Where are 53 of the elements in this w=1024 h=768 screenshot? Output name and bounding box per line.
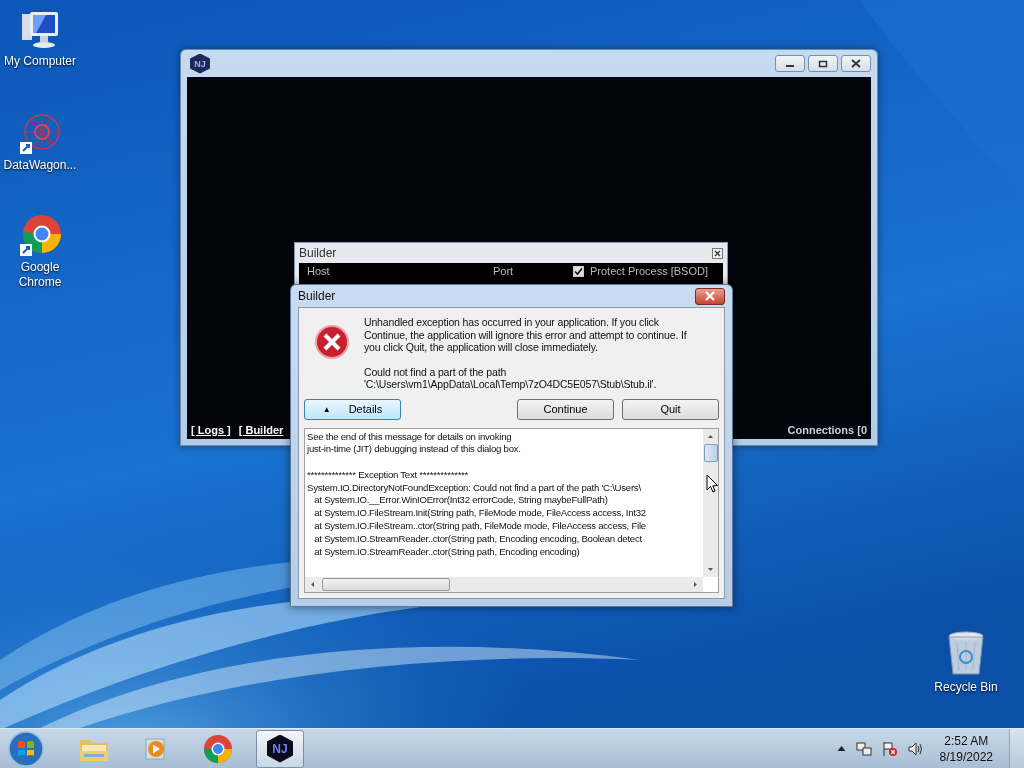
network-graph-icon[interactable]	[18, 112, 62, 156]
details-line: at System.IO.StreamReader..ctor(String path, Encoding encoding, Boolean detect	[313, 532, 643, 546]
error-message: Unhandled exception has occurred in your application. If you click Continue, the application will ignore this error and attempt to continue. If you click Quit, the application will close immediately.	[364, 316, 688, 354]
window-title: Builder	[299, 246, 337, 260]
start-button[interactable]	[6, 728, 46, 768]
speaker-icon[interactable]	[907, 740, 924, 757]
vertical-scrollbar[interactable]	[703, 428, 718, 577]
details-line: ************** Exception Text **************	[307, 468, 470, 482]
dialog-button[interactable]: Quit	[622, 398, 719, 420]
desktop-icon-label[interactable]: DataWagon...	[3, 158, 77, 173]
details-line: at System.IO.FileStream..ctor(String path, FileMode mode, FileAccess access, File	[313, 520, 647, 533]
app-logo-icon: NJ	[190, 53, 210, 74]
close-button[interactable]	[695, 287, 725, 305]
details-line: System.IO.DirectoryNotFoundException: Could not find a part of the path 'C:\Users\	[307, 481, 642, 495]
details-line: at System.IO.FileStream.Init(String path, FileMode mode, FileAccess access, Int32	[313, 507, 647, 521]
path-message: Could not find a part of the path 'C:\Users\vm1\AppData\Local\Temp\7zO4DC5E057\Stub\Stub.il'.	[364, 365, 658, 391]
field-label: Port	[493, 265, 515, 277]
details-line: just-in-time (JIT) debugging instead of this dialog box.	[307, 443, 522, 457]
tray-arrow-icon[interactable]	[836, 745, 846, 752]
taskbar-button[interactable]: NJ	[256, 729, 304, 768]
clock-time: 2:52 AM	[944, 732, 989, 749]
nav-link[interactable]: [ Logs ]	[191, 424, 231, 436]
close-icon	[851, 59, 861, 68]
flag-icon[interactable]	[881, 740, 898, 757]
details-button[interactable]: ▲ Details	[304, 398, 401, 420]
clock-date: 8/19/2022	[939, 748, 993, 765]
maximize-button[interactable]	[808, 55, 838, 72]
close-icon[interactable]	[712, 247, 723, 259]
chrome-icon	[203, 733, 233, 764]
details-line: at System.IO.StreamReader..ctor(String path, Encoding encoding)	[313, 545, 581, 559]
desktop-icon-label[interactable]: Recycle Bin	[934, 680, 998, 695]
network-icon[interactable]	[855, 740, 872, 757]
close-button[interactable]	[841, 55, 871, 72]
scroll-thumb[interactable]	[703, 443, 718, 462]
chrome-icon[interactable]	[18, 214, 62, 258]
details-line: at System.IO.__Error.WinIOError(Int32 errorCode, String maybeFullPath)	[313, 494, 609, 508]
error-icon	[314, 324, 350, 360]
connections-status: Connections [0	[787, 424, 867, 436]
close-icon	[704, 291, 716, 301]
checkbox[interactable]	[573, 265, 584, 277]
window-title: Builder	[298, 289, 336, 303]
horizontal-scrollbar[interactable]	[305, 577, 703, 592]
maximize-icon	[818, 59, 828, 68]
desktop-icon-label[interactable]: Google Chrome	[0, 260, 80, 290]
scroll-thumb[interactable]	[322, 578, 450, 591]
clock[interactable]: 2:52 AM 8/19/2022	[939, 732, 993, 765]
dialog-button[interactable]: Continue	[517, 398, 614, 420]
details-line: See the end of this message for details on invoking	[307, 430, 513, 444]
desktop-icon-label[interactable]: My Computer	[4, 54, 76, 69]
nav-link[interactable]: [ Builder	[238, 424, 284, 436]
field-label: Host	[307, 265, 331, 277]
checkbox-label: Protect Process [BSOD]	[590, 265, 708, 277]
minimize-button[interactable]	[775, 55, 805, 72]
